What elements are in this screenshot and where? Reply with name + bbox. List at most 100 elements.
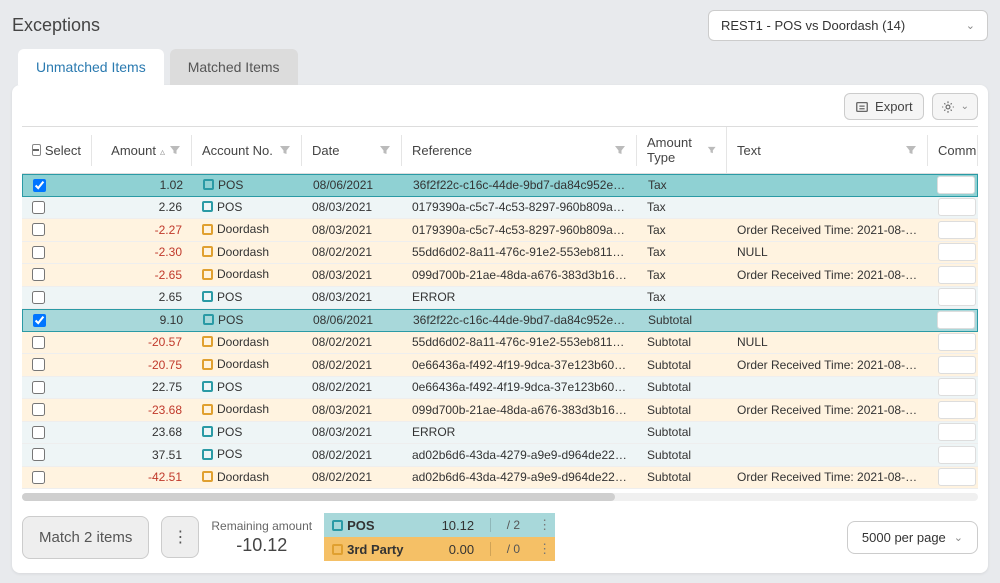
row-checkbox[interactable] xyxy=(32,403,45,416)
horizontal-scrollbar[interactable] xyxy=(22,493,978,501)
comment-input[interactable] xyxy=(937,176,975,194)
row-select[interactable] xyxy=(22,378,92,397)
filter-icon[interactable] xyxy=(169,144,181,156)
row-select[interactable] xyxy=(22,288,92,307)
row-select[interactable] xyxy=(22,265,92,284)
row-checkbox[interactable] xyxy=(32,381,45,394)
page-size-dropdown[interactable]: 5000 per page ⌄ xyxy=(847,521,978,554)
table-row[interactable]: -23.68Doordash08/03/2021099d700b-21ae-48… xyxy=(22,399,978,422)
comment-input[interactable] xyxy=(938,423,976,441)
comment-input[interactable] xyxy=(938,288,976,306)
scroll-thumb[interactable] xyxy=(22,493,615,501)
comment-input[interactable] xyxy=(938,198,976,216)
cell-account: POS xyxy=(192,444,302,466)
settings-button[interactable]: ⌄ xyxy=(932,93,978,120)
table-row[interactable]: 9.10POS08/06/202136f2f22c-c16c-44de-9bd7… xyxy=(22,309,978,332)
cell-reference: 099d700b-21ae-48da-a676-383d3b16fef7 xyxy=(402,265,637,285)
comment-input[interactable] xyxy=(938,243,976,261)
row-select[interactable] xyxy=(23,311,93,330)
filter-icon[interactable] xyxy=(279,144,291,156)
row-select[interactable] xyxy=(22,198,92,217)
comment-input[interactable] xyxy=(938,401,976,419)
comment-input[interactable] xyxy=(938,333,976,351)
row-select[interactable] xyxy=(23,176,93,195)
summary-3p-menu[interactable]: ⋮ xyxy=(534,541,555,557)
row-checkbox[interactable] xyxy=(32,268,45,281)
table-row[interactable]: 22.75POS08/02/20210e66436a-f492-4f19-9dc… xyxy=(22,377,978,400)
row-checkbox[interactable] xyxy=(32,223,45,236)
export-button[interactable]: Export xyxy=(844,93,924,120)
comment-input[interactable] xyxy=(938,446,976,464)
match-button[interactable]: Match 2 items xyxy=(22,516,149,559)
comment-input[interactable] xyxy=(938,221,976,239)
comment-input[interactable] xyxy=(938,266,976,284)
col-reference[interactable]: Reference xyxy=(402,135,637,166)
cell-reference: 0e66436a-f492-4f19-9dca-37e123b60f2f xyxy=(402,377,637,397)
row-checkbox[interactable] xyxy=(32,201,45,214)
table-row[interactable]: 23.68POS08/03/2021ERRORSubtotal xyxy=(22,422,978,445)
cell-amount-type: Subtotal xyxy=(637,355,727,375)
select-all-checkbox[interactable] xyxy=(32,144,41,156)
cell-comments xyxy=(928,285,978,309)
cell-account: Doordash xyxy=(192,354,302,376)
col-amount-type[interactable]: Amount Type xyxy=(637,127,727,173)
table-row[interactable]: -2.30Doordash08/02/202155dd6d02-8a11-476… xyxy=(22,242,978,265)
table-row[interactable]: -2.65Doordash08/03/2021099d700b-21ae-48d… xyxy=(22,264,978,287)
row-select[interactable] xyxy=(22,333,92,352)
cell-amount: -2.30 xyxy=(92,242,192,262)
col-text[interactable]: Text xyxy=(727,135,928,166)
col-comments[interactable]: Comm xyxy=(928,135,978,166)
table-row[interactable]: -20.75Doordash08/02/20210e66436a-f492-4f… xyxy=(22,354,978,377)
cell-text xyxy=(727,429,928,435)
cell-date: 08/03/2021 xyxy=(302,287,402,307)
comment-input[interactable] xyxy=(937,311,975,329)
row-checkbox[interactable] xyxy=(32,448,45,461)
summary-pos-menu[interactable]: ⋮ xyxy=(534,517,555,533)
more-actions-button[interactable]: ⋮ xyxy=(161,516,199,558)
table-row[interactable]: 2.65POS08/03/2021ERRORTax xyxy=(22,287,978,310)
row-select[interactable] xyxy=(22,243,92,262)
filter-icon[interactable] xyxy=(379,144,391,156)
row-select[interactable] xyxy=(22,220,92,239)
row-checkbox[interactable] xyxy=(32,471,45,484)
cell-date: 08/02/2021 xyxy=(302,467,402,487)
row-select[interactable] xyxy=(22,445,92,464)
cell-date: 08/06/2021 xyxy=(303,175,403,195)
table-row[interactable]: 2.26POS08/03/20210179390a-c5c7-4c53-8297… xyxy=(22,197,978,220)
reconciliation-dropdown[interactable]: REST1 - POS vs Doordash (14) ⌄ xyxy=(708,10,988,41)
comment-input[interactable] xyxy=(938,468,976,486)
row-checkbox[interactable] xyxy=(33,314,46,327)
row-checkbox[interactable] xyxy=(32,426,45,439)
table-row[interactable]: -42.51Doordash08/02/2021ad02b6d6-43da-42… xyxy=(22,467,978,490)
row-checkbox[interactable] xyxy=(32,246,45,259)
tab-unmatched[interactable]: Unmatched Items xyxy=(18,49,164,85)
cell-account: Doordash xyxy=(192,399,302,421)
col-account[interactable]: Account No. xyxy=(192,135,302,166)
cell-comments xyxy=(928,443,978,467)
tab-matched[interactable]: Matched Items xyxy=(170,49,298,85)
cell-amount-type: Tax xyxy=(638,175,728,195)
table-row[interactable]: -20.57Doordash08/02/202155dd6d02-8a11-47… xyxy=(22,332,978,355)
row-select[interactable] xyxy=(22,355,92,374)
row-checkbox[interactable] xyxy=(33,179,46,192)
row-checkbox[interactable] xyxy=(32,336,45,349)
col-amount[interactable]: Amount▵ xyxy=(92,135,192,166)
row-select[interactable] xyxy=(22,468,92,487)
col-date[interactable]: Date xyxy=(302,135,402,166)
row-checkbox[interactable] xyxy=(32,291,45,304)
table-row[interactable]: 1.02POS08/06/202136f2f22c-c16c-44de-9bd7… xyxy=(22,174,978,197)
cell-amount: 37.51 xyxy=(92,445,192,465)
comment-input[interactable] xyxy=(938,378,976,396)
comment-input[interactable] xyxy=(938,356,976,374)
filter-icon[interactable] xyxy=(614,144,626,156)
row-select[interactable] xyxy=(22,423,92,442)
cell-amount-type: Subtotal xyxy=(638,310,728,330)
filter-icon[interactable] xyxy=(707,144,716,156)
table-row[interactable]: 37.51POS08/02/2021ad02b6d6-43da-4279-a9e… xyxy=(22,444,978,467)
row-checkbox[interactable] xyxy=(32,358,45,371)
filter-icon[interactable] xyxy=(905,144,917,156)
table-row[interactable]: -2.27Doordash08/03/20210179390a-c5c7-4c5… xyxy=(22,219,978,242)
cell-reference: 0179390a-c5c7-4c53-8297-960b809a0635 xyxy=(402,220,637,240)
row-select[interactable] xyxy=(22,400,92,419)
col-select[interactable]: Select xyxy=(22,135,92,166)
